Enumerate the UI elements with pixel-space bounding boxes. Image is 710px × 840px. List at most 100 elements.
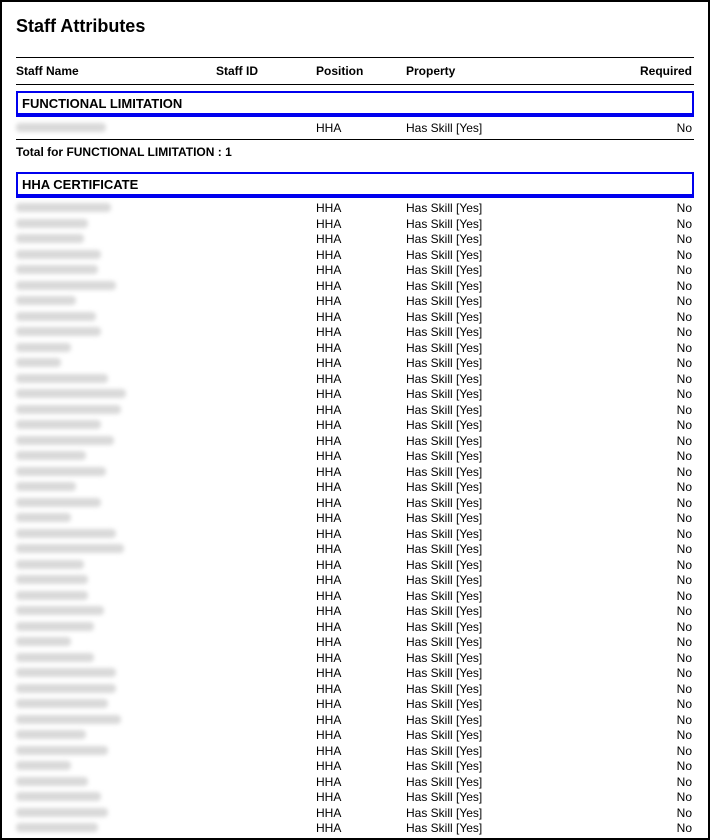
cell-required: No xyxy=(586,248,694,262)
redacted-name xyxy=(16,327,101,336)
cell-required: No xyxy=(586,666,694,680)
cell-position: HHA xyxy=(316,387,406,401)
cell-property: Has Skill [Yes] xyxy=(406,573,586,587)
redacted-name xyxy=(16,281,116,290)
cell-staff-name xyxy=(16,372,216,386)
cell-staff-name xyxy=(16,589,216,603)
table-row: HHAHas Skill [Yes]No xyxy=(16,759,694,775)
cell-staff-name xyxy=(16,527,216,541)
cell-staff-name xyxy=(16,418,216,432)
table-row: HHAHas Skill [Yes]No xyxy=(16,418,694,434)
cell-property: Has Skill [Yes] xyxy=(406,310,586,324)
cell-position: HHA xyxy=(316,511,406,525)
cell-required: No xyxy=(586,697,694,711)
cell-required: No xyxy=(586,310,694,324)
cell-required: No xyxy=(586,341,694,355)
redacted-name xyxy=(16,374,108,383)
cell-required: No xyxy=(586,121,694,135)
cell-position: HHA xyxy=(316,806,406,820)
cell-required: No xyxy=(586,403,694,417)
table-row: HHAHas Skill [Yes]No xyxy=(16,666,694,682)
redacted-name xyxy=(16,653,94,662)
cell-property: Has Skill [Yes] xyxy=(406,201,586,215)
cell-property: Has Skill [Yes] xyxy=(406,248,586,262)
redacted-name xyxy=(16,560,84,569)
col-header-staff-name: Staff Name xyxy=(16,64,216,78)
cell-required: No xyxy=(586,542,694,556)
cell-required: No xyxy=(586,325,694,339)
cell-staff-name xyxy=(16,542,216,556)
cell-position: HHA xyxy=(316,651,406,665)
cell-position: HHA xyxy=(316,759,406,773)
cell-property: Has Skill [Yes] xyxy=(406,434,586,448)
cell-required: No xyxy=(586,806,694,820)
cell-staff-name xyxy=(16,387,216,401)
cell-staff-name xyxy=(16,201,216,215)
table-row: HHAHas Skill [Yes]No xyxy=(16,542,694,558)
redacted-name xyxy=(16,823,98,832)
cell-staff-name xyxy=(16,341,216,355)
cell-staff-name xyxy=(16,682,216,696)
group-header: HHA CERTIFICATE xyxy=(16,172,694,198)
cell-staff-name xyxy=(16,759,216,773)
cell-staff-name xyxy=(16,480,216,494)
table-row: HHAHas Skill [Yes]No xyxy=(16,573,694,589)
table-row: HHAHas Skill [Yes]No xyxy=(16,774,694,790)
cell-required: No xyxy=(586,279,694,293)
cell-staff-name xyxy=(16,263,216,277)
table-row: HHAHas Skill [Yes]No xyxy=(16,232,694,248)
cell-staff-name xyxy=(16,744,216,758)
cell-property: Has Skill [Yes] xyxy=(406,356,586,370)
cell-staff-name xyxy=(16,121,216,135)
cell-property: Has Skill [Yes] xyxy=(406,589,586,603)
cell-staff-name xyxy=(16,449,216,463)
cell-position: HHA xyxy=(316,434,406,448)
cell-required: No xyxy=(586,573,694,587)
cell-staff-name xyxy=(16,465,216,479)
group-rows: HHAHas Skill [Yes]NoHHAHas Skill [Yes]No… xyxy=(16,201,694,837)
redacted-name xyxy=(16,746,108,755)
cell-staff-name xyxy=(16,666,216,680)
redacted-name xyxy=(16,684,116,693)
cell-position: HHA xyxy=(316,821,406,835)
table-row: HHAHas Skill [Yes]No xyxy=(16,356,694,372)
cell-property: Has Skill [Yes] xyxy=(406,604,586,618)
cell-required: No xyxy=(586,480,694,494)
table-row: HHAHas Skill [Yes]No xyxy=(16,464,694,480)
cell-required: No xyxy=(586,527,694,541)
table-row: HHAHas Skill [Yes]No xyxy=(16,263,694,279)
cell-required: No xyxy=(586,682,694,696)
cell-property: Has Skill [Yes] xyxy=(406,511,586,525)
col-header-property: Property xyxy=(406,64,586,78)
cell-position: HHA xyxy=(316,620,406,634)
table-row: HHAHas Skill [Yes]No xyxy=(16,216,694,232)
redacted-name xyxy=(16,529,116,538)
cell-property: Has Skill [Yes] xyxy=(406,418,586,432)
cell-staff-name xyxy=(16,651,216,665)
cell-required: No xyxy=(586,356,694,370)
cell-property: Has Skill [Yes] xyxy=(406,527,586,541)
report-title: Staff Attributes xyxy=(16,16,694,37)
table-row: HHAHas Skill [Yes]No xyxy=(16,805,694,821)
table-row: HHAHas Skill [Yes]No xyxy=(16,449,694,465)
cell-property: Has Skill [Yes] xyxy=(406,821,586,835)
cell-property: Has Skill [Yes] xyxy=(406,728,586,742)
cell-required: No xyxy=(586,790,694,804)
cell-position: HHA xyxy=(316,666,406,680)
redacted-name xyxy=(16,203,111,212)
table-row: HHAHas Skill [Yes]No xyxy=(16,201,694,217)
table-row: HHAHas Skill [Yes]No xyxy=(16,480,694,496)
cell-position: HHA xyxy=(316,604,406,618)
cell-position: HHA xyxy=(316,728,406,742)
cell-property: Has Skill [Yes] xyxy=(406,403,586,417)
cell-position: HHA xyxy=(316,589,406,603)
column-headers: Staff Name Staff ID Position Property Re… xyxy=(16,57,694,85)
redacted-name xyxy=(16,250,101,259)
redacted-name xyxy=(16,792,101,801)
group-header: FUNCTIONAL LIMITATION xyxy=(16,91,694,117)
cell-property: Has Skill [Yes] xyxy=(406,449,586,463)
cell-staff-name xyxy=(16,821,216,835)
cell-property: Has Skill [Yes] xyxy=(406,775,586,789)
cell-required: No xyxy=(586,232,694,246)
redacted-name xyxy=(16,637,71,646)
